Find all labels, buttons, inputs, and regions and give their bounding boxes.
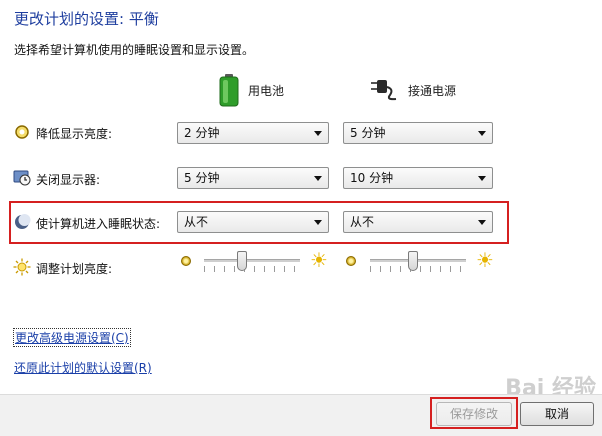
dim-display-label: 降低显示亮度: — [36, 127, 113, 141]
sleep-label: 使计算机进入睡眠状态: — [36, 217, 161, 231]
sleep-plugged-select[interactable]: 从不 — [343, 211, 493, 233]
turn-off-display-plugged-value: 10 分钟 — [350, 171, 394, 185]
bright-sun-icon: ☀ — [310, 248, 328, 272]
turn-off-display-battery-value: 5 分钟 — [184, 171, 220, 185]
chevron-down-icon — [314, 176, 322, 181]
page-subtitle: 选择希望计算机使用的睡眠设置和显示设置。 — [14, 43, 255, 57]
turn-off-display-battery-select[interactable]: 5 分钟 — [177, 167, 329, 189]
save-changes-button[interactable]: 保存修改 — [436, 402, 512, 426]
column-header-plugged-label: 接通电源 — [408, 83, 457, 98]
column-header-battery-label: 用电池 — [248, 83, 285, 98]
page-title: 更改计划的设置: 平衡 — [14, 10, 159, 28]
column-header-plugged: 接通电源 — [368, 72, 456, 108]
dim-display-battery-select[interactable]: 2 分钟 — [177, 122, 329, 144]
restore-defaults-link[interactable]: 还原此计划的默认设置(R) — [14, 359, 152, 376]
cancel-button[interactable]: 取消 — [520, 402, 594, 426]
battery-brightness-slider-thumb[interactable] — [237, 251, 248, 271]
bright-sun-icon: ☀ — [476, 248, 494, 272]
sleep-battery-select[interactable]: 从不 — [177, 211, 329, 233]
battery-icon — [219, 74, 239, 107]
chevron-down-icon — [478, 220, 486, 225]
dim-display-icon — [15, 125, 29, 139]
chevron-down-icon — [478, 176, 486, 181]
sleep-plugged-value: 从不 — [350, 215, 375, 229]
column-header-battery: 用电池 — [218, 72, 284, 108]
chevron-down-icon — [314, 220, 322, 225]
dim-sun-icon — [181, 256, 191, 266]
battery-brightness-ticks — [204, 266, 300, 272]
battery-brightness-track — [204, 259, 300, 262]
sleep-moon-icon — [15, 214, 31, 229]
advanced-power-settings-link[interactable]: 更改高级电源设置(C) — [13, 328, 131, 347]
brightness-label: 调整计划亮度: — [36, 262, 113, 276]
dim-display-plugged-select[interactable]: 5 分钟 — [343, 122, 493, 144]
dim-sun-icon — [346, 256, 356, 266]
turn-off-display-label: 关闭显示器: — [36, 173, 101, 187]
power-plug-icon — [371, 80, 397, 101]
sleep-battery-value: 从不 — [184, 215, 209, 229]
plugged-brightness-slider-thumb[interactable] — [408, 251, 419, 271]
dim-display-plugged-value: 5 分钟 — [350, 126, 386, 140]
brightness-sun-icon — [13, 258, 31, 276]
chevron-down-icon — [314, 131, 322, 136]
turn-off-display-icon — [13, 170, 31, 186]
dim-display-battery-value: 2 分钟 — [184, 126, 220, 140]
plugged-brightness-ticks — [370, 266, 466, 272]
chevron-down-icon — [478, 131, 486, 136]
turn-off-display-plugged-select[interactable]: 10 分钟 — [343, 167, 493, 189]
